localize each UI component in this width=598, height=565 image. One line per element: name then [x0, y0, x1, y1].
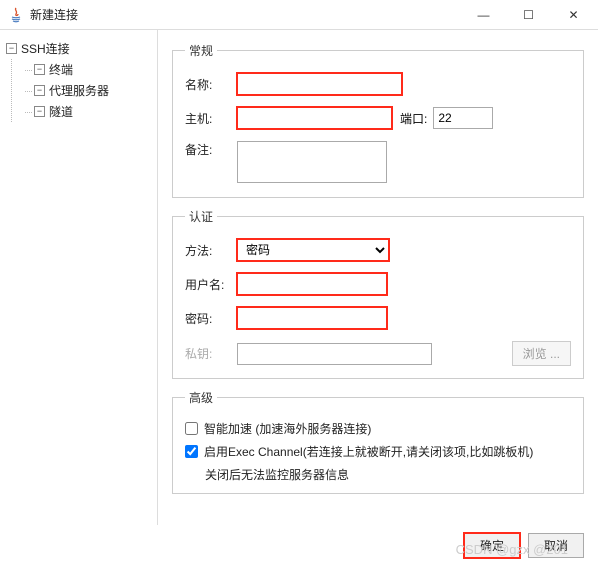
collapse-icon[interactable]: − [34, 85, 45, 96]
advanced-legend: 高级 [185, 389, 217, 406]
pwd-label: 密码: [185, 310, 237, 327]
content-area: − SSH连接 − 终端 − 代理服务器 − 隧道 常规 名称: [0, 30, 598, 525]
collapse-icon[interactable]: − [6, 43, 17, 54]
tree-root-label: SSH连接 [21, 40, 70, 57]
exec-note: 关闭后无法监控服务器信息 [205, 466, 571, 483]
user-label: 用户名: [185, 276, 237, 293]
name-input[interactable] [237, 73, 402, 95]
username-input[interactable] [237, 273, 387, 295]
private-key-input [237, 343, 432, 365]
window-controls: — ☐ ✕ [461, 1, 596, 29]
auth-group: 认证 方法: 密码 用户名: 密码: 私钥: 浏览 ... [172, 208, 584, 379]
form-pane: 常规 名称: 主机: 端口: 备注: 认证 方法: 密码 [158, 30, 598, 525]
ok-button[interactable]: 确定 [464, 533, 520, 558]
exec-label: 启用Exec Channel(若连接上就被断开,请关闭该项,比如跳板机) [204, 443, 533, 460]
close-button[interactable]: ✕ [551, 1, 596, 29]
auth-legend: 认证 [185, 208, 217, 225]
tree-item-label: 隧道 [49, 103, 73, 120]
accel-label: 智能加速 (加速海外服务器连接) [204, 420, 371, 437]
tree-root-ssh[interactable]: − SSH连接 [6, 38, 151, 59]
tree-item-terminal[interactable]: − 终端 [26, 59, 151, 80]
password-input[interactable] [237, 307, 387, 329]
exec-row[interactable]: 启用Exec Channel(若连接上就被断开,请关闭该项,比如跳板机) [185, 443, 571, 460]
remark-label: 备注: [185, 141, 237, 158]
general-group: 常规 名称: 主机: 端口: 备注: [172, 42, 584, 198]
java-icon [8, 7, 24, 23]
host-input[interactable] [237, 107, 392, 129]
accel-checkbox[interactable] [185, 422, 198, 435]
collapse-icon[interactable]: − [34, 64, 45, 75]
accel-row[interactable]: 智能加速 (加速海外服务器连接) [185, 420, 571, 437]
browse-button: 浏览 ... [512, 341, 571, 366]
port-label: 端口: [400, 110, 427, 127]
cancel-button[interactable]: 取消 [528, 533, 584, 558]
tree-item-proxy[interactable]: − 代理服务器 [26, 80, 151, 101]
remark-input[interactable] [237, 141, 387, 183]
window-title: 新建连接 [30, 6, 461, 23]
dialog-footer: 确定 取消 [0, 525, 598, 565]
method-label: 方法: [185, 242, 237, 259]
title-bar: 新建连接 — ☐ ✕ [0, 0, 598, 30]
tree-item-label: 终端 [49, 61, 73, 78]
name-label: 名称: [185, 76, 237, 93]
collapse-icon[interactable]: − [34, 106, 45, 117]
port-input[interactable] [433, 107, 493, 129]
maximize-button[interactable]: ☐ [506, 1, 551, 29]
host-label: 主机: [185, 110, 237, 127]
method-select[interactable]: 密码 [237, 239, 389, 261]
tree-item-label: 代理服务器 [49, 82, 109, 99]
tree-item-tunnel[interactable]: − 隧道 [26, 101, 151, 122]
minimize-button[interactable]: — [461, 1, 506, 29]
general-legend: 常规 [185, 42, 217, 59]
exec-checkbox[interactable] [185, 445, 198, 458]
key-label: 私钥: [185, 345, 237, 362]
advanced-group: 高级 智能加速 (加速海外服务器连接) 启用Exec Channel(若连接上就… [172, 389, 584, 494]
nav-tree: − SSH连接 − 终端 − 代理服务器 − 隧道 [0, 30, 158, 525]
